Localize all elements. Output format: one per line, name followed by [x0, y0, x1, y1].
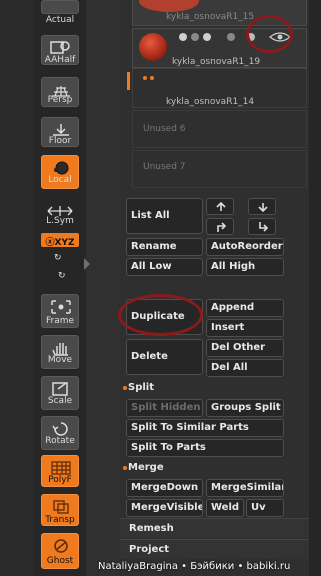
subtool-name-2: kykla_osnovaR1_19 [172, 57, 261, 67]
move-bottom-button[interactable] [248, 218, 276, 235]
accent-dot [150, 76, 154, 80]
unused-6-label: Unused 6 [143, 124, 186, 134]
polyframe-grid-icon [51, 461, 71, 475]
annotation-circle [246, 15, 293, 53]
mergevisible-button[interactable]: MergeVisible [126, 499, 203, 517]
ghost-icon [54, 539, 68, 553]
subtool-sphere-thumbnail [139, 33, 167, 61]
project-title[interactable]: Project [129, 541, 169, 558]
all-low-button[interactable]: All Low [126, 258, 203, 276]
xyz-label: ⓧXYZ [45, 238, 75, 248]
unused-7-label: Unused 7 [143, 162, 186, 172]
rotate-label: Rotate [45, 436, 75, 446]
panel-toggle-handle[interactable] [84, 258, 90, 270]
toggle-dot-icon[interactable] [227, 33, 235, 41]
remesh-title[interactable]: Remesh [129, 520, 174, 537]
all-high-button[interactable]: All High [206, 258, 284, 276]
ghost-label: Ghost [46, 556, 74, 566]
append-button[interactable]: Append [206, 299, 284, 317]
local-sphere-icon [54, 161, 69, 175]
accent-dot [143, 76, 147, 80]
zbrush-ui: Actual AAHalf Persp Floor Local L.Sym ⓧX… [0, 0, 321, 576]
scale-icon [52, 382, 68, 396]
actual-button[interactable] [41, 0, 79, 14]
split-similar-button[interactable]: Split To Similar Parts [126, 419, 284, 437]
local-label: Local [48, 175, 72, 185]
mergedown-button[interactable]: MergeDown [126, 479, 203, 497]
aahalf-label: AAHalf [44, 55, 76, 65]
scale-label: Scale [47, 396, 73, 406]
merge-section-title[interactable]: Merge [128, 462, 164, 473]
toggle-dot-icon[interactable] [203, 33, 211, 41]
move-label: Move [47, 355, 73, 365]
frame-label: Frame [45, 316, 75, 326]
aahalf-icon [50, 41, 70, 54]
toggle-dot-icon[interactable] [179, 33, 187, 41]
actual-label: Actual [45, 15, 75, 25]
subtool-name-1: kykla_osnovaR1_15 [166, 12, 255, 22]
split-section-dot [123, 386, 127, 390]
list-all-button[interactable]: List All [126, 198, 203, 234]
toggle-dot-icon[interactable] [191, 33, 199, 41]
split-parts-button[interactable]: Split To Parts [126, 439, 284, 457]
persp-label: Persp [47, 95, 73, 105]
arrow-turn-up-icon [217, 222, 227, 232]
rotate-z-icon[interactable]: ↻ [58, 271, 66, 281]
insert-button[interactable]: Insert [206, 319, 284, 337]
toolbar-gap [86, 0, 118, 576]
move-down-button[interactable] [248, 198, 276, 215]
arrow-turn-down-icon [259, 222, 269, 232]
selection-indicator [127, 72, 130, 90]
rename-button[interactable]: Rename [126, 238, 203, 256]
rotate-icon [52, 422, 68, 436]
uv-button[interactable]: Uv [246, 499, 284, 517]
merge-section-dot [123, 466, 127, 470]
lsym-button[interactable]: L.Sym [34, 216, 86, 226]
autoreorder-button[interactable]: AutoReorder [206, 238, 284, 256]
groups-split-button[interactable]: Groups Split [206, 399, 284, 417]
frame-icon [51, 300, 71, 314]
transp-label: Transp [45, 515, 75, 525]
move-top-button[interactable] [206, 218, 234, 235]
arrow-up-icon [216, 201, 226, 211]
subtool-name-3: kykla_osnovaR1_14 [166, 97, 255, 107]
delete-button[interactable]: Delete [126, 339, 203, 375]
del-other-button[interactable]: Del Other [206, 339, 284, 357]
move-up-button[interactable] [206, 198, 234, 215]
scrollbar-track[interactable] [309, 0, 321, 576]
arrow-down-icon [258, 203, 268, 213]
mergesimilar-button[interactable]: MergeSimilar [206, 479, 284, 497]
watermark: NataliyaBragina • Бэйбики • babiki.ru [98, 561, 291, 572]
polyf-label: PolyF [48, 475, 72, 485]
split-section-title[interactable]: Split [128, 382, 154, 393]
subtool-thumbnail [139, 0, 199, 12]
floor-label: Floor [48, 136, 72, 146]
split-hidden-button[interactable]: Split Hidden [126, 399, 203, 417]
rotate-y-icon[interactable]: ↻ [54, 253, 62, 263]
move-hand-icon [52, 343, 68, 356]
weld-button[interactable]: Weld [206, 499, 244, 517]
del-all-button[interactable]: Del All [206, 359, 284, 377]
annotation-circle [118, 294, 203, 336]
transparency-icon [53, 500, 69, 514]
